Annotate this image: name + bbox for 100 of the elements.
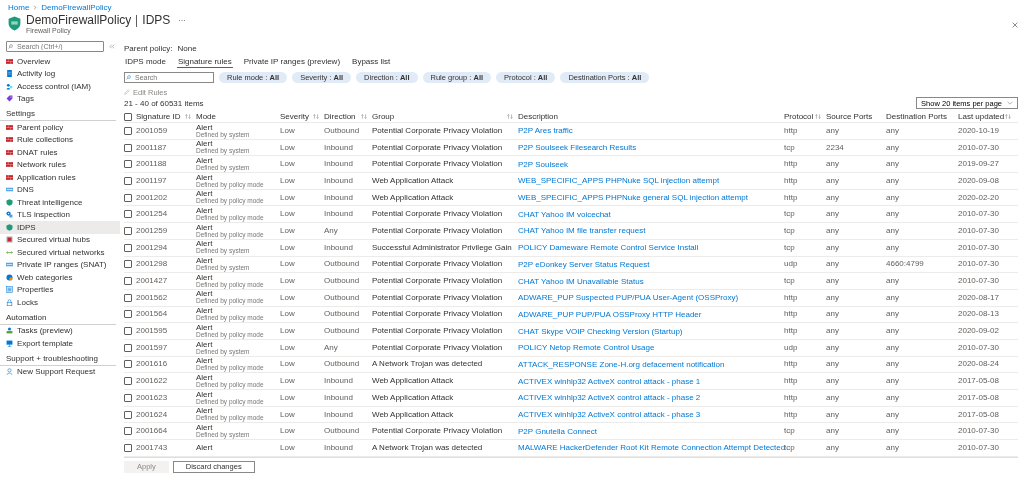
table-cell-text: Inbound [324, 160, 354, 169]
pencil-icon [124, 89, 130, 95]
row-checkbox[interactable] [124, 310, 132, 319]
row-checkbox[interactable] [124, 343, 132, 352]
description-link[interactable]: ACTIVEX winhlp32 ActiveX control attack - phase 3 [518, 410, 701, 420]
row-checkbox[interactable] [124, 160, 132, 169]
sidebar-item[interactable]: Threat intelligence [0, 196, 120, 209]
sidebar-item[interactable]: Access control (IAM) [0, 80, 120, 93]
description-link[interactable]: CHAT Yahoo IM file transfer request [518, 226, 646, 236]
row-checkbox[interactable] [124, 193, 132, 202]
table-cell-text: 2001624 [136, 410, 169, 419]
row-checkbox[interactable] [124, 226, 132, 235]
row-checkbox[interactable] [124, 360, 132, 369]
description-link[interactable]: P2P eDonkey Server Status Request [518, 259, 650, 269]
shield-icon [6, 223, 13, 231]
sidebar-item[interactable]: Network rules [0, 158, 120, 171]
row-checkbox[interactable] [124, 176, 132, 185]
table-cell-text: Inbound [324, 243, 354, 252]
table-cell-text: Low [280, 410, 296, 419]
description-link[interactable]: ACTIVEX winhlp32 ActiveX control attack - phase 2 [518, 393, 701, 403]
table-cell-text: Alert [196, 257, 213, 266]
description-link[interactable]: P2P Soulseek [518, 159, 569, 169]
table-cell-text: any [886, 310, 900, 319]
sidebar-item[interactable]: New Support Request [0, 365, 120, 378]
breadcrumb-link[interactable]: DemoFirewallPolicy [41, 2, 112, 12]
sidebar-item[interactable]: Tasks (preview) [0, 324, 120, 337]
description-link[interactable]: CHAT Skype VOIP Checking Version (Startup) [518, 326, 683, 336]
row-checkbox[interactable] [124, 443, 132, 452]
tab[interactable]: IDPS mode [124, 56, 167, 68]
sidebar-item[interactable]: Activity log [0, 67, 120, 80]
table-cell-text: any [886, 126, 900, 135]
column-header: Mode [196, 112, 216, 121]
table-cell-text: any [826, 343, 840, 352]
sidebar-item[interactable]: Tags [0, 92, 120, 105]
table-cell-text: http [784, 176, 799, 185]
select-all-checkbox[interactable] [124, 112, 132, 121]
row-checkbox[interactable] [124, 243, 132, 252]
sidebar-item[interactable]: Rule collections [0, 133, 120, 146]
table-cell-text: 2001294 [136, 243, 169, 252]
table-cell-text: Inbound [324, 143, 354, 152]
row-checkbox[interactable] [124, 277, 132, 286]
description-link[interactable]: POLICY Netop Remote Control Usage [518, 343, 655, 353]
parent-policy-label: Parent policy: [124, 43, 173, 53]
description-link[interactable]: P2P Soulseek Filesearch Results [518, 143, 637, 153]
row-checkbox[interactable] [124, 377, 132, 386]
table-cell-text: Outbound [324, 293, 361, 302]
row-checkbox[interactable] [124, 427, 132, 436]
description-link[interactable]: ADWARE_PUP Suspected PUP/PUA User-Agent (OSSProxy) [518, 293, 739, 303]
description-link[interactable]: WEB_SPECIFIC_APPS PHPNuke general SQL injection attempt [518, 193, 749, 203]
description-link[interactable]: CHAT Yahoo IM voicechat [518, 209, 611, 219]
sidebar-item[interactable]: TLS inspection [0, 208, 120, 221]
sidebar-item[interactable]: Locks [0, 296, 120, 309]
row-checkbox[interactable] [124, 143, 132, 152]
sidebar-item[interactable]: Private IP ranges (SNAT) [0, 258, 120, 271]
table-cell-text: http [784, 360, 799, 369]
description-link[interactable]: ADWARE_PUP PUP/PUA OSSProxy HTTP Header [518, 309, 702, 319]
table-cell-text: any [826, 176, 840, 185]
description-link[interactable]: POLICY Dameware Remote Control Service Install [518, 243, 699, 253]
row-checkbox[interactable] [124, 393, 132, 402]
shield-icon [6, 198, 13, 206]
description-link[interactable]: WEB_SPECIFIC_APPS PHPNuke SQL injection attempt [518, 176, 720, 186]
sidebar-item[interactable]: Secured virtual networks [0, 246, 120, 259]
sidebar-item[interactable]: Application rules [0, 171, 120, 184]
row-checkbox[interactable] [124, 260, 132, 269]
row-checkbox[interactable] [124, 327, 132, 336]
sidebar-item[interactable]: Parent policy [0, 121, 120, 134]
row-checkbox[interactable] [124, 410, 132, 419]
description-link[interactable]: ACTIVEX winhlp32 ActiveX control attack - phase 1 [518, 376, 701, 386]
table-cell-text: 2017-05-08 [958, 377, 1000, 386]
table-cell-text: Potential Corporate Privacy Violation [372, 343, 504, 352]
column-header: Protocol [784, 112, 814, 121]
table-cell-text: 2020-09-02 [958, 327, 1000, 336]
table-cell-text: 2020-08-24 [958, 360, 1000, 369]
table-cell-text: Low [280, 310, 296, 319]
table-cell-text: Alert [196, 240, 213, 249]
description-link[interactable]: CHAT Yahoo IM Unavailable Status [518, 276, 644, 286]
sidebar-item[interactable]: IDPS [0, 221, 120, 234]
row-checkbox[interactable] [124, 210, 132, 219]
table-cell-text: Low [280, 193, 296, 202]
sidebar-item[interactable]: Secured virtual hubs [0, 233, 120, 246]
table-cell-text: Outbound [324, 277, 361, 286]
sidebar-item[interactable]: Web categories [0, 271, 120, 284]
sidebar-section-heading: Settings [0, 105, 116, 121]
sidebar-item[interactable]: DNS [0, 183, 120, 196]
description-link[interactable]: P2P Ares traffic [518, 126, 573, 136]
sidebar-item[interactable]: Export template [0, 337, 120, 350]
row-checkbox[interactable] [124, 126, 132, 135]
monitor-icon [6, 339, 13, 347]
sidebar-item[interactable]: Overview [0, 55, 120, 68]
tab[interactable]: Private IP ranges (preview) [242, 56, 342, 68]
tab[interactable]: Bypass list [351, 56, 392, 68]
row-checkbox[interactable] [124, 293, 132, 302]
description-link[interactable]: ATTACK_RESPONSE Zone-H.org defacement notification [518, 359, 725, 369]
table-cell-text: Outbound [324, 260, 361, 269]
breadcrumb-link[interactable]: Home [8, 2, 30, 12]
description-link[interactable]: P2P Gnutella Connect [518, 426, 597, 436]
tab[interactable]: Signature rules [176, 56, 233, 68]
table-cell-text: Alert [196, 390, 214, 399]
sidebar-item[interactable]: Properties [0, 283, 120, 296]
sidebar-item[interactable]: DNAT rules [0, 146, 120, 159]
